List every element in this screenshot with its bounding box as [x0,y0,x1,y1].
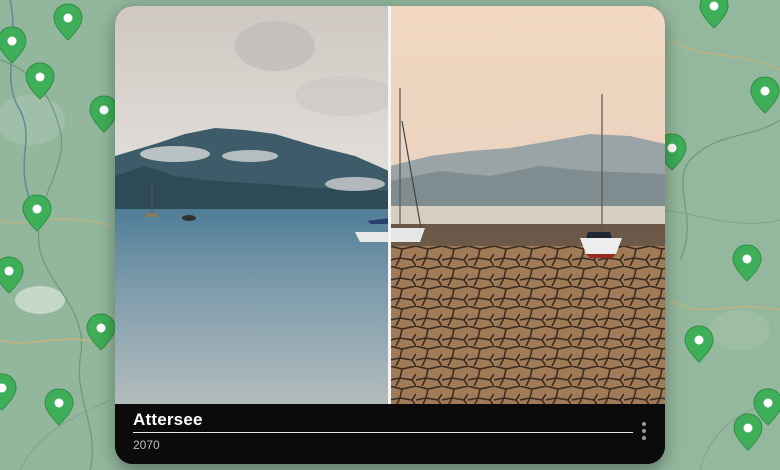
comparison-card: Attersee 2070 [115,6,665,464]
before-image [115,6,389,404]
after-image [390,6,665,404]
comparison-slider-handle[interactable] [388,6,391,404]
year-label: 2070 [133,438,160,452]
caption-bar: Attersee 2070 [115,404,665,464]
location-title: Attersee [133,410,203,429]
more-vertical-icon[interactable] [635,419,653,449]
caption-divider [133,432,633,433]
